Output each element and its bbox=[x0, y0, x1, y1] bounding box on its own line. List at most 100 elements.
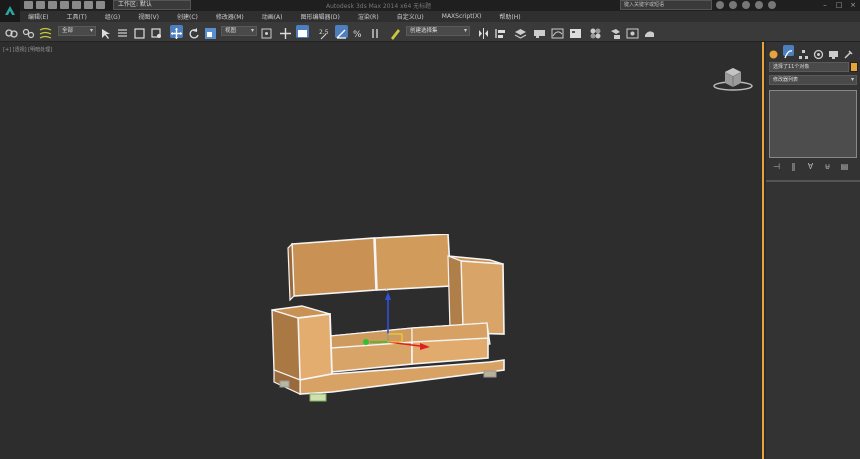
help-icon[interactable] bbox=[768, 1, 776, 9]
reference-coordinate-dropdown[interactable]: 视图 bbox=[221, 26, 257, 36]
menu-edit[interactable]: 编辑(E) bbox=[28, 12, 48, 21]
rendered-frame-window-icon[interactable] bbox=[626, 25, 639, 39]
angle-snap-icon[interactable] bbox=[335, 25, 348, 39]
svg-text:z: z bbox=[385, 286, 388, 293]
unlink-icon[interactable] bbox=[22, 25, 35, 39]
save-icon[interactable] bbox=[48, 1, 57, 9]
window-crossing-icon[interactable] bbox=[150, 25, 163, 38]
menu-bar: 编辑(E) 工具(T) 组(G) 视图(V) 创建(C) 修改器(M) 动画(A… bbox=[20, 11, 860, 22]
open-file-icon[interactable] bbox=[36, 1, 45, 9]
align-icon[interactable] bbox=[494, 25, 507, 38]
app-logo-icon[interactable] bbox=[0, 0, 20, 22]
select-by-name-icon[interactable] bbox=[116, 25, 129, 38]
app-window: 工作区: 默认 Autodesk 3ds Max 2014 x64 无标题 键入… bbox=[0, 0, 860, 459]
utilities-tab-icon[interactable] bbox=[843, 45, 854, 59]
menu-animation[interactable]: 动画(A) bbox=[262, 12, 283, 21]
menu-group[interactable]: 组(G) bbox=[105, 12, 120, 21]
window-controls: – □ × bbox=[818, 0, 860, 10]
command-panel-tabs bbox=[766, 45, 860, 60]
sofa-left-armrest[interactable] bbox=[271, 305, 333, 382]
percent-snap-icon[interactable]: % bbox=[352, 25, 365, 40]
search-input[interactable]: 键入关键字或短语 bbox=[620, 0, 712, 10]
window-title: Autodesk 3ds Max 2014 x64 无标题 bbox=[326, 3, 432, 10]
object-color-swatch[interactable] bbox=[850, 62, 858, 72]
quick-access-toolbar bbox=[24, 1, 105, 9]
use-pivot-center-icon[interactable] bbox=[260, 25, 273, 39]
render-production-icon[interactable] bbox=[643, 25, 656, 38]
undo-icon[interactable] bbox=[60, 1, 69, 9]
select-rotate-icon[interactable] bbox=[187, 25, 200, 39]
layer-manager-icon[interactable] bbox=[514, 25, 527, 39]
modifier-stack[interactable] bbox=[769, 90, 857, 158]
menu-customize[interactable]: 自定义(U) bbox=[397, 12, 424, 21]
schematic-view-icon[interactable] bbox=[569, 25, 582, 38]
select-scale-icon[interactable] bbox=[204, 25, 217, 39]
command-panel: 选择了11个对象 修改器列表 ⊣ ‖ ∀ ⊌ ▤ bbox=[766, 42, 860, 459]
configure-modifier-sets-icon[interactable]: ▤ bbox=[839, 162, 850, 172]
selection-filter-dropdown[interactable]: 全部 bbox=[58, 26, 96, 36]
dropdown-icon[interactable] bbox=[96, 1, 105, 9]
sofa-foot[interactable] bbox=[309, 393, 327, 402]
pin-stack-icon[interactable]: ⊣ bbox=[771, 162, 782, 172]
render-setup-icon[interactable] bbox=[609, 25, 622, 39]
menu-create[interactable]: 创建(C) bbox=[177, 12, 198, 21]
display-tab-icon[interactable] bbox=[828, 45, 839, 59]
select-manipulate-icon[interactable] bbox=[279, 25, 292, 39]
named-selection-dropdown[interactable]: 创建选择集 bbox=[406, 26, 470, 36]
snaps-toggle-icon[interactable]: 2.5 bbox=[318, 25, 331, 40]
communication-icon[interactable] bbox=[742, 1, 750, 9]
bind-space-warp-icon[interactable] bbox=[39, 25, 52, 39]
redo-icon[interactable] bbox=[72, 1, 81, 9]
sofa-foot[interactable] bbox=[483, 370, 497, 378]
material-editor-icon[interactable] bbox=[589, 25, 602, 39]
make-unique-icon[interactable]: ∀ bbox=[805, 162, 816, 172]
hierarchy-tab-icon[interactable] bbox=[798, 45, 809, 59]
ribbon-toggle-icon[interactable] bbox=[533, 25, 546, 38]
close-icon[interactable]: × bbox=[846, 0, 860, 10]
sofa-right-armrest[interactable] bbox=[447, 255, 505, 335]
workspace-dropdown[interactable]: 工作区: 默认 bbox=[113, 0, 191, 10]
rect-selection-icon[interactable] bbox=[133, 25, 146, 39]
menu-tools[interactable]: 工具(T) bbox=[66, 12, 86, 21]
link-icon[interactable] bbox=[5, 25, 18, 38]
subscription-icon[interactable] bbox=[729, 1, 737, 9]
object-name-field[interactable]: 选择了11个对象 bbox=[769, 62, 849, 72]
modifier-list-dropdown[interactable]: 修改器列表 bbox=[769, 75, 857, 85]
title-bar: 工作区: 默认 Autodesk 3ds Max 2014 x64 无标题 键入… bbox=[0, 0, 860, 22]
viewport-label[interactable]: [+] [透视] [明暗处理] bbox=[3, 46, 52, 53]
mirror-icon[interactable] bbox=[477, 25, 490, 39]
project-folder-icon[interactable] bbox=[84, 1, 93, 9]
favorites-icon[interactable] bbox=[755, 1, 763, 9]
perspective-viewport[interactable]: [+] [透视] [明暗处理] z bbox=[0, 42, 764, 459]
edit-named-selection-icon[interactable] bbox=[389, 25, 402, 40]
motion-tab-icon[interactable] bbox=[813, 45, 824, 60]
panel-divider bbox=[766, 180, 860, 182]
select-move-icon[interactable] bbox=[170, 25, 183, 39]
curve-editor-icon[interactable] bbox=[551, 25, 564, 39]
sofa-model[interactable]: z bbox=[262, 234, 522, 414]
svg-text:%: % bbox=[353, 30, 362, 40]
sofa-foot[interactable] bbox=[279, 380, 290, 388]
create-tab-icon[interactable] bbox=[768, 45, 779, 59]
remove-modifier-icon[interactable]: ⊌ bbox=[822, 162, 833, 172]
show-end-result-icon[interactable]: ‖ bbox=[788, 162, 799, 172]
search-icon[interactable] bbox=[716, 1, 724, 9]
svg-text:2.5: 2.5 bbox=[319, 29, 329, 36]
minimize-icon[interactable]: – bbox=[818, 0, 832, 10]
modifier-stack-buttons: ⊣ ‖ ∀ ⊌ ▤ bbox=[771, 162, 857, 174]
menu-maxscript[interactable]: MAXScript(X) bbox=[442, 13, 482, 20]
keyboard-shortcut-override-icon[interactable] bbox=[296, 25, 309, 38]
menu-help[interactable]: 帮助(H) bbox=[499, 12, 520, 21]
sofa-back-right-cushion[interactable] bbox=[374, 234, 452, 291]
menu-graph-editors[interactable]: 图形编辑器(D) bbox=[301, 12, 340, 21]
menu-views[interactable]: 视图(V) bbox=[138, 12, 159, 21]
viewcube-icon[interactable] bbox=[712, 64, 754, 94]
maximize-icon[interactable]: □ bbox=[832, 0, 846, 10]
spinner-snap-icon[interactable] bbox=[369, 25, 382, 38]
menu-modifiers[interactable]: 修改器(M) bbox=[216, 12, 244, 21]
new-file-icon[interactable] bbox=[24, 1, 33, 9]
sofa-back-left-cushion[interactable] bbox=[287, 237, 377, 302]
modify-tab-icon[interactable] bbox=[783, 45, 794, 59]
select-object-icon[interactable] bbox=[99, 25, 112, 39]
menu-rendering[interactable]: 渲染(R) bbox=[358, 12, 379, 21]
